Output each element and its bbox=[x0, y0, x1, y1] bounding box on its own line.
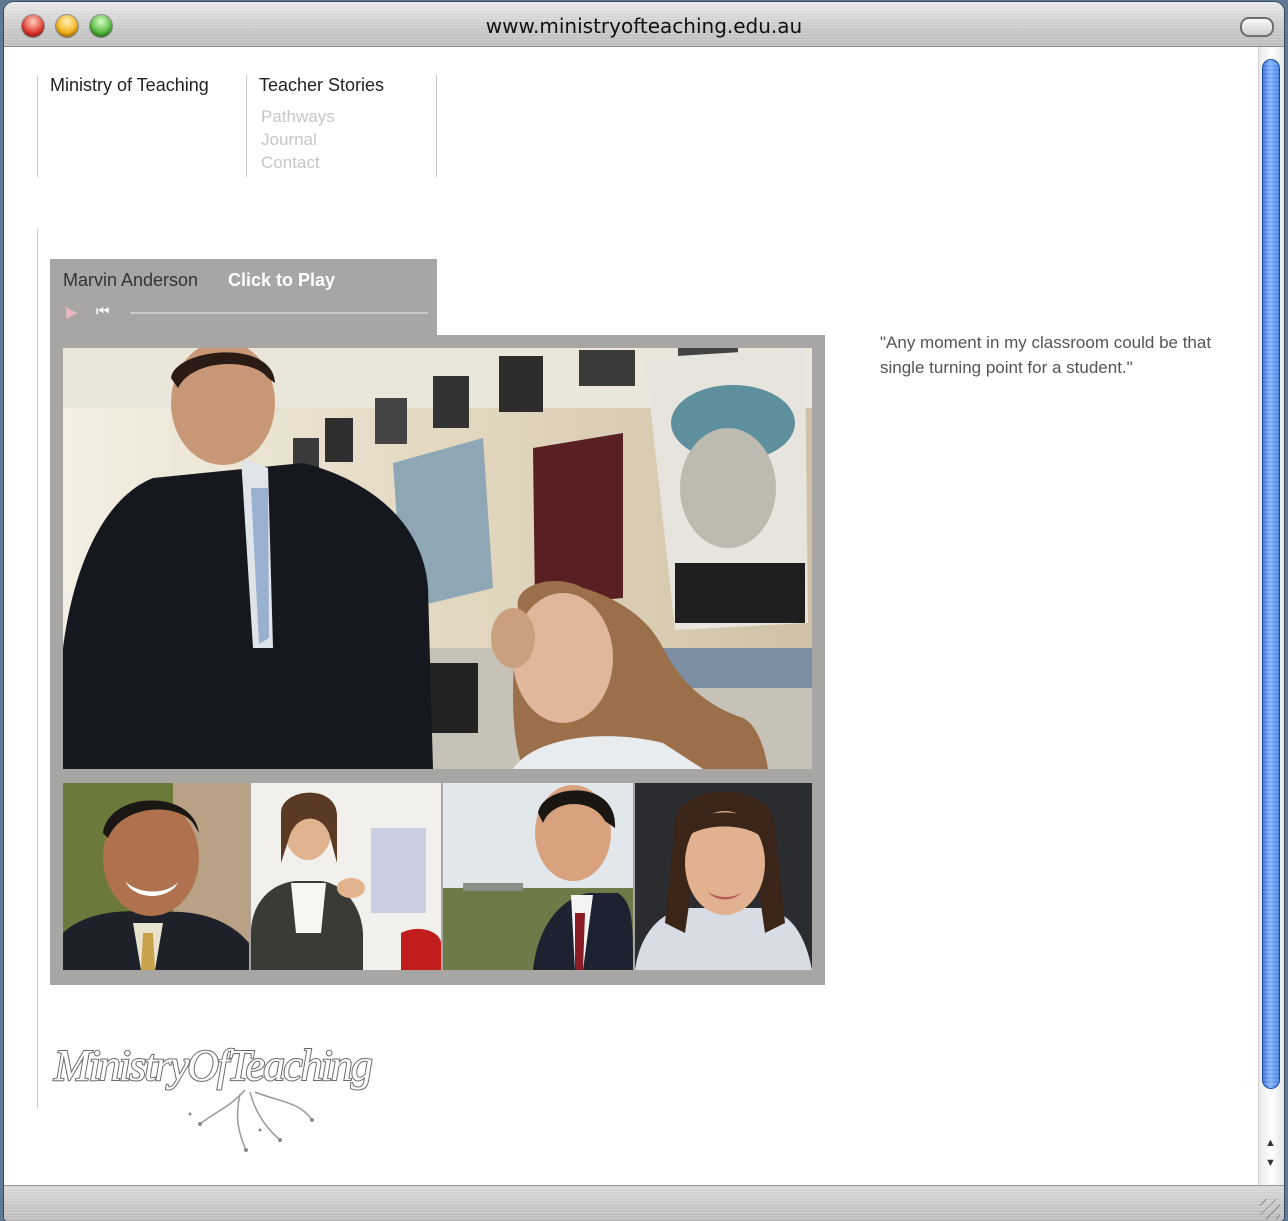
video-frame bbox=[50, 335, 825, 985]
ministry-logo: MinistryOfTeaching bbox=[50, 1032, 450, 1162]
teacher-photo-2 bbox=[251, 783, 441, 970]
nav-item-journal[interactable]: Journal bbox=[261, 128, 335, 151]
brand-column: Ministry of Teaching bbox=[37, 75, 238, 177]
sub-navigation: Pathways Journal Contact bbox=[261, 105, 335, 174]
page-content: Ministry of Teaching Teacher Stories Pat… bbox=[10, 47, 1258, 1185]
teacher-thumbnails bbox=[63, 783, 812, 970]
teacher-photo-1 bbox=[63, 783, 249, 970]
play-icon[interactable]: ▶ bbox=[66, 303, 78, 321]
teacher-thumb-2[interactable] bbox=[251, 783, 441, 970]
title-bar[interactable]: www.ministryofteaching.edu.au bbox=[4, 2, 1284, 47]
scroll-thumb[interactable] bbox=[1262, 59, 1280, 1089]
click-to-play-link[interactable]: Click to Play bbox=[228, 270, 335, 291]
teacher-photo-3 bbox=[443, 783, 633, 970]
svg-text:MinistryOfTeaching: MinistryOfTeaching bbox=[53, 1041, 372, 1090]
video-player-bar: Marvin Anderson Click to Play ▶ ⏮ bbox=[50, 259, 437, 335]
window-bottom-bar bbox=[4, 1185, 1284, 1221]
vertical-scrollbar[interactable]: ▲ ▼ bbox=[1258, 47, 1284, 1185]
nav-divider bbox=[436, 75, 437, 177]
window-title: www.ministryofteaching.edu.au bbox=[485, 14, 803, 38]
left-rule bbox=[37, 229, 38, 1109]
resize-grip-icon[interactable] bbox=[1260, 1199, 1280, 1219]
teacher-photo-4 bbox=[635, 783, 812, 970]
brand-link[interactable]: Ministry of Teaching bbox=[50, 75, 209, 96]
nav-item-pathways[interactable]: Pathways bbox=[261, 105, 335, 128]
teacher-quote: "Any moment in my classroom could be tha… bbox=[880, 333, 1212, 377]
teacher-thumb-3[interactable] bbox=[443, 783, 633, 970]
rewind-icon[interactable]: ⏮ bbox=[96, 303, 110, 320]
teacher-name: Marvin Anderson bbox=[63, 270, 199, 290]
section-title[interactable]: Teacher Stories bbox=[259, 75, 384, 96]
nav-item-contact[interactable]: Contact bbox=[261, 151, 335, 174]
classroom-photo bbox=[63, 348, 812, 769]
browser-window: www.ministryofteaching.edu.au Ministry o… bbox=[4, 2, 1284, 1221]
teacher-thumb-1[interactable] bbox=[63, 783, 249, 970]
logo-graphic: MinistryOfTeaching bbox=[52, 1040, 375, 1152]
progress-track[interactable] bbox=[130, 312, 428, 314]
stories-column: Teacher Stories Pathways Journal Contact bbox=[246, 75, 437, 177]
teacher-thumb-4[interactable] bbox=[635, 783, 812, 970]
main-video-still[interactable] bbox=[63, 348, 812, 769]
toolbar-toggle-button[interactable] bbox=[1240, 17, 1274, 37]
scroll-up-icon[interactable]: ▲ bbox=[1265, 1137, 1276, 1149]
scroll-down-icon[interactable]: ▼ bbox=[1265, 1157, 1276, 1169]
